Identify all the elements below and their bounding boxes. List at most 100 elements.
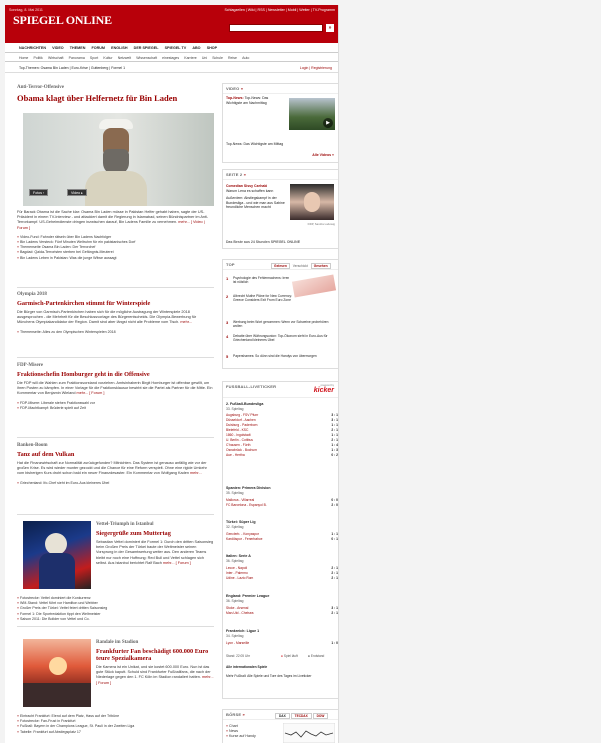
top-item[interactable]: Debatte über Währungsunion: Top-Ökonom s… bbox=[233, 334, 333, 343]
match-row[interactable]: Augsburg - FSV Pfunr 3 : 1 bbox=[226, 413, 338, 418]
related-link[interactable]: Saison 2011: Die Bolider von Vettel und … bbox=[17, 617, 214, 622]
nav-item-politik[interactable]: Politik bbox=[33, 56, 42, 60]
article-headline[interactable]: Siegergrüße zum Muttertag bbox=[96, 530, 214, 537]
nav-item-schule[interactable]: Schule bbox=[212, 56, 223, 60]
more-football-link[interactable]: Mehr Fußball: Alle Spiele und Tore des T… bbox=[226, 674, 336, 678]
nav-item-shop[interactable]: SHOP bbox=[207, 46, 217, 50]
nav-item-der-spiegel[interactable]: DER SPIEGEL bbox=[134, 46, 159, 50]
related-link[interactable]: Bin Ladens Leben in Pakistan: Was die ju… bbox=[17, 256, 214, 261]
match-row[interactable]: Aue - Hertha 0 : 2 bbox=[226, 453, 338, 458]
match-row[interactable]: U. Berlin - Cottbus 2 : 1 bbox=[226, 438, 338, 443]
related-link[interactable]: FDP-Machtkampf: Brüderle spielt auf Zeit bbox=[17, 406, 214, 411]
related-link[interactable]: Themenseite: Alles zu den Olympischen Wi… bbox=[17, 330, 214, 335]
topthemen-links[interactable]: Top-Themen: Osama Bin Laden | Euro-Krise… bbox=[19, 66, 125, 70]
match-row[interactable]: Man.Utd - Chelsea 2 : 1 bbox=[226, 611, 338, 616]
top-item[interactable]: Psychologie des Fehlermachens: Irren ist… bbox=[233, 276, 293, 285]
box-title: SEITE 2 » bbox=[223, 170, 338, 180]
article-image-frankfurt[interactable] bbox=[23, 639, 91, 707]
league-title[interactable]: 2. Fußball-Bundesliga bbox=[226, 402, 263, 406]
article-headline[interactable]: Fraktionschefin Homburger geht in die Of… bbox=[17, 371, 214, 378]
login-link[interactable]: Login | Registrierung bbox=[300, 63, 332, 73]
nav-item-home[interactable]: Home bbox=[19, 56, 28, 60]
fotos-button[interactable]: Fotos › bbox=[29, 189, 49, 196]
match-row[interactable]: Stoke - Arsenal 3 : 1 bbox=[226, 606, 338, 611]
tab-dow[interactable]: DOW bbox=[312, 713, 329, 719]
league-title[interactable]: Italien: Serie A bbox=[226, 554, 251, 558]
service-links[interactable]: Schlagzeilen | Wiki | RSS | Newsletter |… bbox=[224, 8, 335, 12]
top-item[interactable]: Werbung beim Wort genommen: Wenn vor Sch… bbox=[233, 320, 333, 329]
site-logo[interactable]: SPIEGEL ONLINE bbox=[13, 13, 112, 28]
nav-item-reise[interactable]: Reise bbox=[228, 56, 237, 60]
nav-item-einestages[interactable]: einestages bbox=[162, 56, 179, 60]
match-row[interactable]: C'hausen - Fürth 1 : 4 bbox=[226, 443, 338, 448]
match-row[interactable]: Inter - Palermo 2 : 1 bbox=[226, 571, 338, 576]
dax-mini-chart[interactable] bbox=[283, 723, 335, 743]
all-games-link[interactable]: Alle internationalen Spiele bbox=[226, 665, 267, 669]
tab-verschickt[interactable]: Verschickt bbox=[291, 264, 310, 268]
video-teaser-2[interactable]: Top-News: Das Wichtigste am Mittag bbox=[226, 142, 336, 147]
league-title[interactable]: England: Premier League bbox=[226, 594, 269, 598]
nav-item-karriere[interactable]: Karriere bbox=[184, 56, 196, 60]
nav-item-spiegel-tv[interactable]: SPIEGEL TV bbox=[165, 46, 187, 50]
related-link[interactable]: Griechenland: Ifo-Chef sieht im Euro-Aus… bbox=[17, 481, 214, 486]
league-title[interactable]: Spanien: Primera Division bbox=[226, 486, 271, 490]
top-image[interactable] bbox=[291, 274, 337, 298]
match-row[interactable]: 1860 - Ingolstadt 1 : 1 bbox=[226, 433, 338, 438]
nav-item-uni[interactable]: Uni bbox=[202, 56, 207, 60]
tab-gesehen[interactable]: Gesehen bbox=[310, 263, 331, 269]
match-row[interactable]: Udine - Lazio Rom 2 : 1 bbox=[226, 576, 338, 581]
search-input[interactable] bbox=[229, 24, 323, 32]
kicker-partner[interactable]: powered by kicker bbox=[314, 384, 334, 394]
league-title[interactable]: Frankreich: Ligue 1 bbox=[226, 629, 259, 633]
match-row[interactable]: Düsseldorf - Aachen 3 : 1 bbox=[226, 418, 338, 423]
article-headline[interactable]: Frankfurter Fan beschädigt 600.000 Euro … bbox=[96, 648, 214, 662]
video-thumbnail[interactable]: ▶ bbox=[289, 98, 335, 130]
nav-item-auto[interactable]: Auto bbox=[242, 56, 249, 60]
nav-item-nachrichten[interactable]: NACHRICHTEN bbox=[19, 46, 46, 50]
match-row[interactable]: Osnabrück - Bochum 1 : 3 bbox=[226, 448, 338, 453]
tab-gelesen[interactable]: Gelesen bbox=[271, 263, 290, 269]
match-row[interactable]: Bielefeld - KSC 2 : 1 bbox=[226, 428, 338, 433]
all-videos-link[interactable]: Alle Videos » bbox=[312, 153, 334, 157]
article-headline[interactable]: Tanz auf dem Vulkan bbox=[17, 451, 214, 458]
nav-item-english[interactable]: ENGLISH bbox=[111, 46, 127, 50]
more-link[interactable]: mehr... [ Forum ] bbox=[77, 391, 105, 395]
nav-item-video[interactable]: VIDEO bbox=[52, 46, 63, 50]
article-headline[interactable]: Obama klagt über Helfernetz für Bin Lade… bbox=[17, 93, 214, 103]
video-button[interactable]: Video ▸ bbox=[67, 189, 87, 196]
match-row[interactable]: Lyon - Marseille 1 : 0 bbox=[226, 641, 338, 646]
nav-item-wirtschaft[interactable]: Wirtschaft bbox=[48, 56, 64, 60]
nav-item-kultur[interactable]: Kultur bbox=[103, 56, 112, 60]
more-link[interactable]: mehr... [ Forum ] bbox=[163, 561, 191, 565]
nav-item-netzwelt[interactable]: Netzwelt bbox=[118, 56, 131, 60]
search-button[interactable]: » bbox=[326, 24, 334, 32]
boerse-link[interactable]: Kurse auf Handy bbox=[226, 734, 256, 739]
tab-tecdax[interactable]: TECDAX bbox=[290, 713, 312, 719]
more-link[interactable]: mehr... bbox=[180, 320, 192, 324]
nav-item-abo[interactable]: ABO bbox=[192, 46, 200, 50]
article-image-vettel[interactable] bbox=[23, 521, 91, 589]
seite2-image[interactable] bbox=[290, 184, 334, 220]
top-item[interactable]: Albrecht Muthe Pläne for New Currency: G… bbox=[233, 294, 293, 303]
article-headline[interactable]: Garmisch-Partenkirchen stimmt für Winter… bbox=[17, 300, 214, 307]
match-row[interactable]: Lecce - Napoli 2 : 1 bbox=[226, 566, 338, 571]
best-of-link[interactable]: Das Beste aus 24 Stunden SPIEGEL ONLINE bbox=[226, 240, 300, 244]
more-link[interactable]: mehr... bbox=[190, 471, 202, 475]
nav-item-themen[interactable]: THEMEN bbox=[70, 46, 86, 50]
league-title[interactable]: Türkei: Süper Lig bbox=[226, 520, 256, 524]
nav-item-sport[interactable]: Sport bbox=[90, 56, 98, 60]
tab-dax[interactable]: DAX bbox=[275, 713, 290, 719]
match-row[interactable]: Mallorca - Villarreal 0 : 0 bbox=[226, 498, 338, 503]
nav-item-panorama[interactable]: Panorama bbox=[69, 56, 85, 60]
match-row[interactable]: Duisburg - Paderborn 1 : 1 bbox=[226, 423, 338, 428]
seite2-teaser[interactable]: Comedian Sissy Czehaki Warum Lena es sch… bbox=[226, 184, 286, 210]
video-teaser-1[interactable]: Top-News: Top-News: Das Wichtigste am Na… bbox=[226, 96, 278, 105]
nav-item-forum[interactable]: FORUM bbox=[91, 46, 105, 50]
nav-item-wissenschaft[interactable]: Wissenschaft bbox=[136, 56, 157, 60]
article-image-bin-laden[interactable]: Fotos › Video ▸ bbox=[23, 113, 214, 206]
match-row[interactable]: Kardiöspor - Fenerbahce 0 : 1 bbox=[226, 537, 338, 542]
match-row[interactable]: FC Barcelona - Espanyol B. 2 : 0 bbox=[226, 503, 338, 508]
related-link[interactable]: Tabelle: Frankfurt auf Abstiegsplatz 17 bbox=[17, 730, 214, 735]
top-item[interactable]: Papershames: So dünn sind die Handys von… bbox=[233, 354, 333, 358]
match-row[interactable]: Genclerb. - Konyaspor 1 : 1 bbox=[226, 532, 338, 537]
